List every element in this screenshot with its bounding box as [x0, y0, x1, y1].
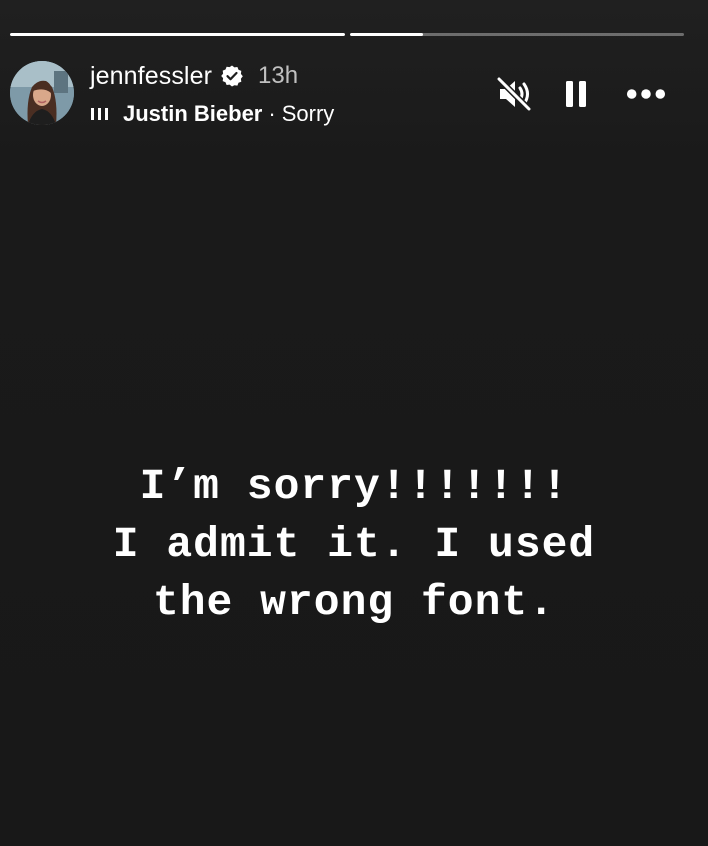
story-progress-bar [10, 33, 684, 37]
story-text: I’m sorry!!!!!!! I admit it. I used the … [0, 458, 708, 632]
timestamp: 13h [258, 62, 299, 89]
more-options-button[interactable] [626, 76, 666, 112]
music-song: Sorry [281, 101, 335, 126]
mute-button[interactable] [494, 76, 534, 112]
username[interactable]: jennfessler [90, 62, 212, 91]
more-horizontal-icon [626, 89, 666, 99]
avatar[interactable] [10, 61, 74, 125]
verified-badge-icon [220, 64, 244, 88]
progress-segment-1 [10, 33, 345, 36]
pause-icon [566, 81, 586, 107]
music-separator: · [268, 101, 276, 126]
music-row[interactable]: Justin Bieber · Sorry [90, 96, 334, 132]
pause-button[interactable] [556, 76, 596, 112]
story-controls [494, 76, 666, 112]
progress-segment-2 [349, 33, 684, 36]
user-row: jennfessler 13h [90, 60, 334, 92]
story-text-line-1: I’m sorry!!!!!!! [139, 462, 569, 511]
progress-fill-2 [349, 33, 424, 36]
story-meta: jennfessler 13h Justin Bieber · Sorry [90, 60, 334, 132]
progress-fill-1 [10, 33, 345, 36]
music-artist: Justin Bieber [123, 101, 263, 126]
avatar-image [10, 61, 74, 125]
speaker-muted-icon [496, 77, 532, 111]
audio-bars-icon [90, 107, 112, 121]
story-text-line-2: I admit it. I used [112, 520, 596, 569]
story-text-line-3: the wrong font. [152, 578, 556, 627]
